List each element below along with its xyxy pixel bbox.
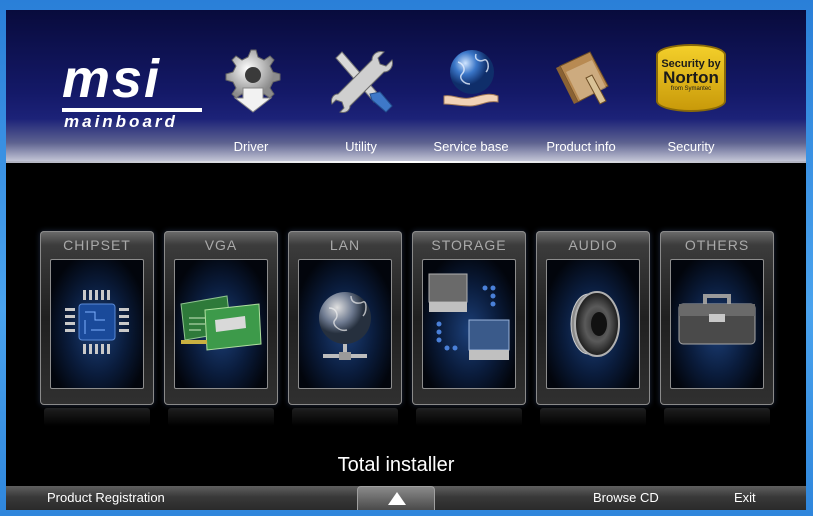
tab-product-info-label: Product info: [546, 139, 616, 154]
tab-utility-label: Utility: [345, 139, 377, 154]
category-vga-label: VGA: [204, 237, 238, 253]
toolbox-icon: [678, 294, 756, 345]
category-chipset[interactable]: CHIPSET: [40, 231, 154, 426]
hard-drive-icon: [428, 273, 510, 360]
category-others[interactable]: OTHERS: [660, 231, 774, 426]
category-audio[interactable]: AUDIO: [536, 231, 650, 426]
card-reflection: [540, 408, 646, 426]
header-banner: msi mainboard Driver Utility Service bas…: [6, 10, 806, 161]
category-chipset-label: CHIPSET: [63, 237, 131, 253]
norton-seal-line-2: Norton: [663, 68, 719, 87]
card-reflection: [416, 408, 522, 426]
tab-utility[interactable]: Utility: [306, 44, 416, 156]
card-reflection: [292, 408, 398, 426]
network-globe-icon: [319, 292, 371, 360]
category-audio-screen: [546, 259, 640, 389]
installer-window: msi mainboard Driver Utility Service bas…: [6, 10, 806, 510]
category-lan-label: LAN: [329, 237, 361, 253]
card-reflection: [664, 408, 770, 426]
tab-security-label: Security: [667, 139, 715, 154]
category-audio-label: AUDIO: [568, 237, 618, 253]
triangle-up-icon: [388, 492, 406, 505]
category-vga[interactable]: VGA: [164, 231, 278, 426]
msi-logo: msi mainboard: [56, 52, 216, 132]
tab-driver[interactable]: Driver: [196, 44, 306, 156]
category-lan-screen: [298, 259, 392, 389]
wrench-screwdriver-icon: [331, 51, 393, 113]
browse-cd-button[interactable]: Browse CD: [593, 490, 659, 505]
category-storage[interactable]: STORAGE: [412, 231, 526, 426]
category-chipset-screen: [50, 259, 144, 389]
gear-down-arrow-icon: [225, 49, 281, 113]
tab-security[interactable]: Security by Norton from Symantec Securit…: [636, 44, 746, 156]
graphics-card-icon: [180, 295, 262, 351]
header-divider: [6, 161, 806, 163]
product-registration-button[interactable]: Product Registration: [47, 490, 165, 505]
total-installer-button[interactable]: Total installer: [6, 454, 786, 477]
globe-hand-icon: [443, 50, 499, 107]
norton-seal-icon: Security by Norton from Symantec: [656, 44, 726, 112]
book-icon: [556, 51, 609, 105]
logo-subtext: mainboard: [64, 112, 178, 131]
tab-driver-label: Driver: [233, 139, 269, 154]
tab-service-base-label: Service base: [433, 139, 509, 154]
card-reflection: [168, 408, 274, 426]
category-lan[interactable]: LAN: [288, 231, 402, 426]
category-others-screen: [670, 259, 764, 389]
exit-button[interactable]: Exit: [734, 490, 756, 505]
card-reflection: [44, 408, 150, 426]
tab-product-info[interactable]: Product info: [526, 44, 636, 156]
category-others-label: OTHERS: [684, 237, 750, 253]
expand-button[interactable]: [357, 486, 435, 510]
logo-text: msi: [62, 49, 162, 109]
category-vga-screen: [174, 259, 268, 389]
chip-icon: [65, 290, 129, 354]
category-storage-screen: [422, 259, 516, 389]
tab-service-base[interactable]: Service base: [416, 44, 526, 156]
speaker-icon: [570, 291, 620, 357]
category-storage-label: STORAGE: [431, 237, 507, 253]
